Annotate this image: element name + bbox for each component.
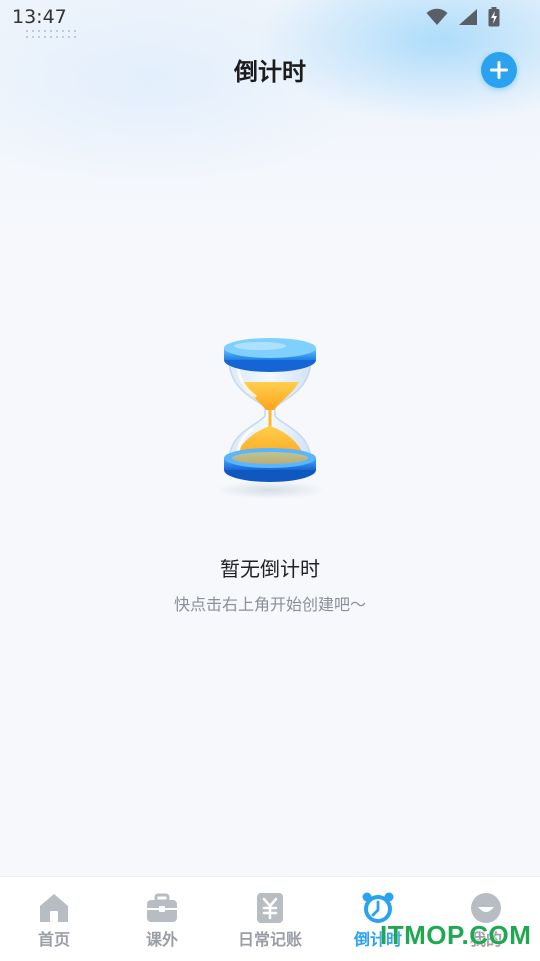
- tab-daily-ledger[interactable]: 日常记账: [216, 877, 324, 961]
- status-dots-decoration: [24, 28, 76, 40]
- page-title: 倒计时: [234, 58, 306, 86]
- status-bar: 13:47: [0, 0, 540, 40]
- cellular-signal-icon: [459, 9, 477, 25]
- battery-charging-icon: [488, 7, 500, 27]
- tab-daily-ledger-label: 日常记账: [237, 930, 302, 949]
- tab-home[interactable]: 首页: [0, 877, 108, 961]
- watermark: ITMOP.COM: [380, 920, 532, 950]
- plus-icon: [490, 61, 508, 79]
- yen-ledger-icon: [257, 893, 283, 923]
- status-time: 13:47: [12, 6, 67, 28]
- wifi-icon: [426, 8, 448, 25]
- empty-state-subtitle: 快点击右上角开始创建吧～: [173, 595, 366, 614]
- tab-home-label: 首页: [37, 930, 70, 949]
- header-background: [0, 0, 540, 240]
- empty-state-title: 暂无倒计时: [220, 557, 320, 581]
- tab-extracurricular-label: 课外: [145, 930, 178, 949]
- briefcase-icon: [147, 893, 177, 922]
- home-icon: [40, 894, 68, 922]
- hourglass-illustration: [215, 338, 325, 499]
- status-icons: [426, 7, 500, 27]
- add-countdown-button[interactable]: [481, 52, 517, 88]
- tab-extracurricular[interactable]: 课外: [108, 877, 216, 961]
